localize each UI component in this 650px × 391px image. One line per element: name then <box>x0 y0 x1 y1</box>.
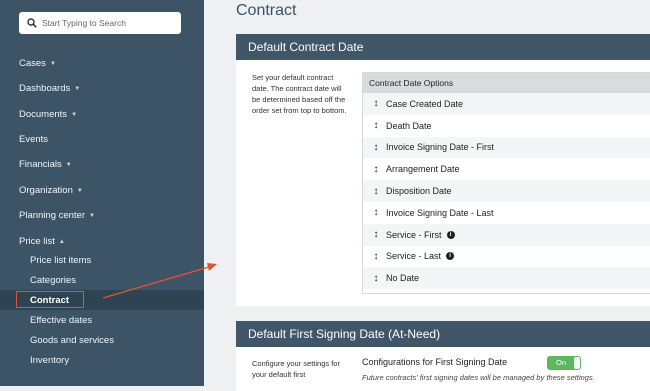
drag-handle-icon[interactable]: ↕ <box>366 229 386 240</box>
sidebar-subitem-price-list-items[interactable]: Price list items <box>30 255 91 267</box>
card-description: Set your default contract date. The cont… <box>252 73 347 115</box>
chevron-down-icon: ▼ <box>65 162 72 168</box>
sidebar-item-cases[interactable]: Cases ▼ <box>19 58 56 70</box>
list-item[interactable]: ↕ No Date <box>363 267 650 290</box>
drag-handle-icon[interactable]: ↕ <box>366 273 386 284</box>
sidebar-item-label: Organization <box>19 185 73 196</box>
option-label: Invoice Signing Date - First <box>386 142 495 153</box>
page-title: Contract <box>236 2 297 19</box>
sidebar-item-events[interactable]: Events <box>19 134 48 146</box>
list-item[interactable]: ↕ Service - Last i <box>363 246 650 268</box>
drag-handle-icon[interactable]: ↕ <box>366 98 386 109</box>
default-first-signing-date-card: Default First Signing Date (At-Need) Con… <box>236 321 650 391</box>
table-header: Contract Date Options <box>363 73 650 93</box>
list-item[interactable]: ↕ Disposition Date <box>363 180 650 202</box>
card-header: Default First Signing Date (At-Need) <box>236 321 650 347</box>
annotation-highlight-box <box>16 291 84 308</box>
list-item[interactable]: ↕ Service - First i <box>363 223 650 246</box>
drag-handle-icon[interactable]: ↕ <box>366 164 386 175</box>
config-label: Configurations for First Signing Date <box>362 357 508 367</box>
list-item[interactable]: ↕ Invoice Signing Date - First <box>363 136 650 159</box>
option-label: Death Date <box>386 120 432 131</box>
config-note: Future contracts' first signing dates wi… <box>362 373 595 382</box>
drag-handle-icon[interactable]: ↕ <box>366 142 386 153</box>
sidebar-item-label: Financials <box>19 159 62 170</box>
option-label: Disposition Date <box>386 186 452 197</box>
chevron-up-icon: ▲ <box>58 239 65 245</box>
sidebar-item-label: Dashboards <box>19 83 71 94</box>
drag-handle-icon[interactable]: ↕ <box>366 251 386 262</box>
sidebar-item-organization[interactable]: Organization ▼ <box>19 185 83 197</box>
sidebar-item-planning-center[interactable]: Planning center ▼ <box>19 210 95 222</box>
sidebar-item-financials[interactable]: Financials ▼ <box>19 159 72 171</box>
option-label: Service - First <box>386 229 442 240</box>
sidebar-item-label: Cases <box>19 58 46 69</box>
drag-handle-icon[interactable]: ↕ <box>366 120 386 131</box>
option-label: Case Created Date <box>386 98 464 109</box>
chevron-down-icon: ▼ <box>89 213 95 219</box>
sidebar-subitem-effective-dates[interactable]: Effective dates <box>30 315 92 327</box>
sidebar-item-label: Documents <box>19 109 68 120</box>
sidebar: Cases ▼ Dashboards ▼ Documents ▼ Events … <box>0 0 204 386</box>
search-icon <box>27 18 37 28</box>
list-item[interactable]: ↕ Death Date <box>363 115 650 137</box>
default-contract-date-card: Default Contract Date Set your default c… <box>236 34 650 306</box>
search-input[interactable] <box>42 18 177 28</box>
sidebar-subitem-inventory[interactable]: Inventory <box>30 355 69 367</box>
sidebar-subitem-categories[interactable]: Categories <box>30 275 76 287</box>
chevron-down-icon: ▼ <box>76 188 83 194</box>
drag-handle-icon[interactable]: ↕ <box>366 186 386 197</box>
sidebar-subitem-goods-and-services[interactable]: Goods and services <box>30 335 114 347</box>
list-item[interactable]: ↕ Invoice Signing Date - Last <box>363 202 650 224</box>
list-item[interactable]: ↕ Arrangement Date <box>363 158 650 180</box>
sidebar-item-label: Events <box>19 134 49 145</box>
chevron-down-icon: ▼ <box>71 112 78 118</box>
card-header: Default Contract Date <box>236 34 650 60</box>
toggle-label: On <box>556 358 567 367</box>
sidebar-item-label: Planning center <box>19 210 86 221</box>
option-label: Arrangement Date <box>386 164 460 175</box>
option-label: Service - Last <box>386 251 442 262</box>
chevron-down-icon: ▼ <box>74 86 81 92</box>
list-item[interactable]: ↕ Case Created Date <box>363 93 650 115</box>
chevron-down-icon: ▼ <box>49 61 56 67</box>
card-description: Configure your settings for your default… <box>252 359 340 379</box>
first-signing-toggle[interactable]: On <box>547 356 581 370</box>
sidebar-item-dashboards[interactable]: Dashboards ▼ <box>19 83 80 95</box>
info-icon[interactable]: i <box>446 230 455 239</box>
sidebar-item-price-list[interactable]: Price list ▲ <box>19 236 65 248</box>
contract-date-options-table: Contract Date Options ↕ Case Created Date… <box>362 72 650 294</box>
option-label: Invoice Signing Date - Last <box>386 207 494 218</box>
sidebar-item-documents[interactable]: Documents ▼ <box>19 109 77 121</box>
search-box[interactable] <box>19 12 181 34</box>
info-icon[interactable]: i <box>446 252 455 261</box>
sidebar-item-label: Price list <box>19 236 55 247</box>
option-label: No Date <box>386 273 420 284</box>
drag-handle-icon[interactable]: ↕ <box>366 207 386 218</box>
